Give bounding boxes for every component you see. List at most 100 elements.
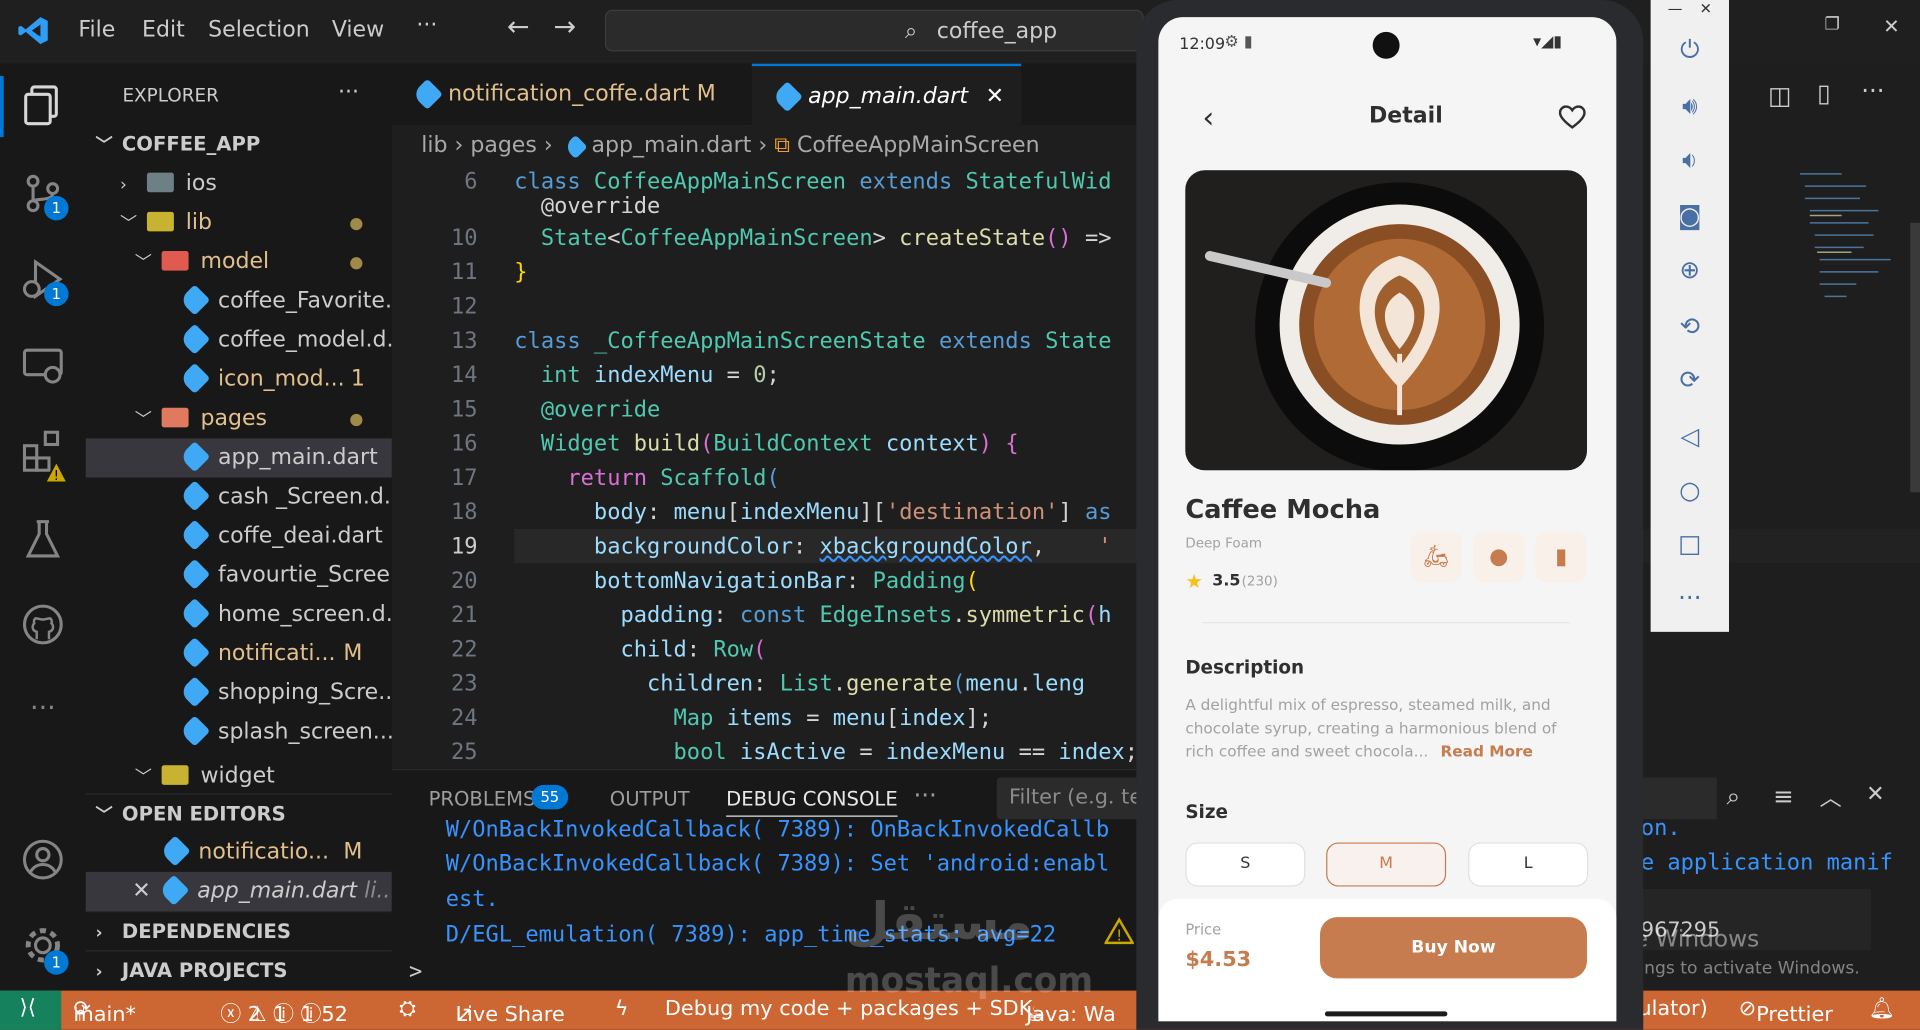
volume-up-icon[interactable]: 🔊︎ [1673, 88, 1707, 122]
emulator-status[interactable]: ulator) [1638, 997, 1707, 1021]
close-icon[interactable]: ✕ [1700, 0, 1712, 17]
breadcrumb-file[interactable]: app_main.dart [592, 132, 752, 158]
chevron-up-icon[interactable]: ︿ [1820, 781, 1842, 813]
minimap[interactable] [1793, 162, 1903, 358]
branch-status[interactable]: ⑂ main* ⟳ [73, 997, 135, 1028]
command-center-search[interactable]: ⌕ coffee_app [604, 9, 1144, 52]
tree-file[interactable]: splash_screen.... [86, 713, 392, 752]
power-icon[interactable]: ⏻ [1673, 32, 1707, 66]
menu-file[interactable]: File [78, 17, 115, 43]
zoom-icon[interactable]: ⊕ [1673, 252, 1707, 286]
breadcrumb-class[interactable]: CoffeeAppMainScreen [797, 132, 1040, 158]
overview-icon[interactable]: □ [1673, 527, 1707, 561]
tree-folder-model[interactable]: ﹀ model [86, 242, 392, 281]
close-panel-icon[interactable]: ✕ [1866, 781, 1884, 807]
remote-explorer-icon[interactable] [20, 343, 67, 390]
tree-file[interactable]: favourtie_Scree... [86, 556, 392, 595]
back-chevron-icon[interactable]: ‹ [1202, 100, 1214, 134]
open-editor-item[interactable]: notificatio... M [86, 833, 392, 872]
extensions-icon[interactable]: ! [20, 429, 69, 484]
tree-file[interactable]: icon_mod... 1 [86, 360, 392, 399]
find-input[interactable] [1640, 777, 1717, 820]
forward-arrow-icon[interactable]: → [553, 12, 576, 43]
menu-edit[interactable]: Edit [142, 17, 185, 43]
dependencies-section[interactable]: › DEPENDENCIES [85, 911, 392, 950]
tab-problems[interactable]: PROBLEMS [429, 787, 536, 810]
flash-icon[interactable]: ϟ [615, 997, 629, 1021]
clear-console-icon[interactable]: ≡ [1773, 781, 1794, 810]
problems-status[interactable]: ⓧ 2 ⚠ 1 ⓘ 1 ⓘ 52 [220, 997, 347, 1027]
tree-file[interactable]: cash _Screen.d... [86, 478, 392, 517]
more-icon[interactable]: ··· [1673, 580, 1707, 614]
source-control-icon[interactable]: 1 [20, 171, 69, 221]
open-editor-item-active[interactable]: ✕app_main.dart li... [85, 871, 392, 912]
tree-file[interactable]: shopping_Scre... [86, 673, 392, 712]
back-arrow-icon[interactable]: ← [507, 12, 530, 43]
size-s-button[interactable]: S [1185, 842, 1306, 887]
menu-selection[interactable]: Selection [208, 17, 310, 43]
run-debug-icon[interactable]: 1 [20, 257, 69, 307]
accounts-icon[interactable] [20, 838, 67, 885]
tree-file[interactable]: coffee_Favorite... [86, 282, 392, 321]
debug-icon[interactable]: ⛭ [399, 997, 416, 1021]
github-icon[interactable] [20, 602, 67, 649]
tree-folder-lib[interactable]: ﹀ lib [86, 203, 392, 242]
size-m-button[interactable]: M [1326, 842, 1447, 887]
read-more-link[interactable]: Read More [1440, 742, 1532, 760]
remote-indicator[interactable]: ⟩⟨ [0, 990, 62, 1030]
home-indicator[interactable] [1324, 1011, 1448, 1017]
source-control-badge: 1 [44, 195, 69, 221]
home-icon[interactable]: ○ [1673, 473, 1707, 507]
testing-icon[interactable] [20, 517, 67, 564]
explorer-more-button[interactable]: ··· [338, 73, 375, 112]
tab-debug-console[interactable]: DEBUG CONSOLE [726, 787, 898, 817]
panel-more-button[interactable]: ··· [913, 780, 936, 809]
tree-file[interactable]: coffe_deai.dart [86, 517, 392, 556]
tab-notification[interactable]: notification_coffe.dart M [392, 64, 752, 125]
console-prompt[interactable]: > [409, 959, 422, 985]
notifications-bell-icon[interactable]: 🔔︎ [1869, 997, 1895, 1021]
rotate-right-icon[interactable]: ⟳ [1673, 362, 1707, 396]
explorer-icon[interactable] [20, 83, 67, 130]
tab-app-main[interactable]: app_main.dart ✕ [751, 63, 1022, 127]
restore-icon[interactable]: ❐ [1825, 15, 1840, 35]
tree-file[interactable]: coffee_model.d... [86, 321, 392, 360]
editor-layout-icon[interactable]: ▯ [1817, 78, 1830, 107]
tree-folder-pages[interactable]: ﹀ pages [86, 399, 392, 438]
size-l-button[interactable]: L [1468, 842, 1589, 887]
search-icon[interactable]: ⌕ [1727, 781, 1741, 810]
minimize-icon[interactable]: — [1668, 0, 1683, 17]
tree-file[interactable]: notificati... M [86, 634, 392, 673]
breadcrumb-lib[interactable]: lib [421, 132, 447, 158]
filter-input[interactable]: Filter (e.g. tex [996, 777, 1144, 820]
editor-more-icon[interactable]: ··· [1861, 76, 1884, 105]
close-tab-icon[interactable]: ✕ [986, 66, 1004, 127]
heart-icon[interactable] [1558, 105, 1586, 129]
split-editor-icon[interactable]: ◫ [1768, 81, 1791, 110]
line-number: 18 [450, 499, 478, 526]
volume-down-icon[interactable]: 🔉︎ [1673, 142, 1707, 176]
dart-icon [158, 874, 190, 906]
open-editors-section[interactable]: ﹀ OPEN EDITORS [85, 793, 392, 832]
camera-icon[interactable]: ◙ [1673, 198, 1707, 232]
tree-file[interactable]: home_screen.d... [86, 595, 392, 634]
menu-more[interactable]: ··· [416, 12, 437, 38]
breadcrumb-pages[interactable]: pages [470, 132, 537, 158]
tab-output[interactable]: OUTPUT [610, 787, 690, 810]
scrollbar[interactable] [1910, 222, 1920, 493]
tree-folder-widget[interactable]: ﹀ widget [86, 757, 392, 796]
close-window-icon[interactable]: ✕ [1883, 15, 1899, 38]
back-icon[interactable]: ◁ [1673, 419, 1707, 453]
rotate-left-icon[interactable]: ⟲ [1673, 309, 1707, 343]
close-icon[interactable]: ✕ [132, 878, 150, 904]
tree-file-selected[interactable]: app_main.dart [85, 438, 392, 478]
prettier-status[interactable]: ⊘ Prettier [1739, 997, 1833, 1028]
buy-now-button[interactable]: Buy Now [1320, 917, 1587, 979]
tree-folder-ios[interactable]: › ios [86, 164, 392, 203]
code-editor[interactable]: 6 10 11 12 13 14 15 16 17 18 19 20 21 22… [391, 166, 1139, 769]
menu-view[interactable]: View [332, 17, 384, 43]
settings-gear-icon[interactable]: 1 [20, 923, 69, 975]
more-views-icon[interactable]: ··· [20, 686, 67, 733]
java-projects-section[interactable]: › JAVA PROJECTS [85, 950, 392, 989]
workspace-root[interactable]: ﹀ COFFEE_APP [86, 125, 392, 164]
